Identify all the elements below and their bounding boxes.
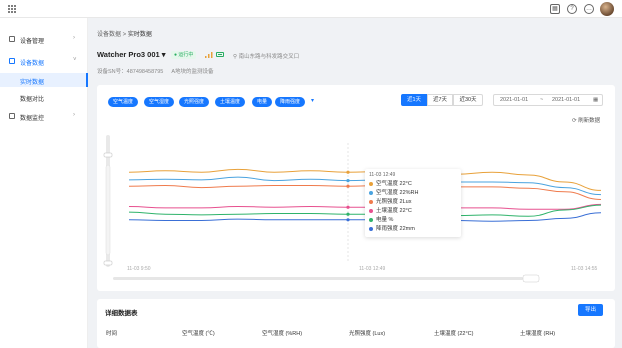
table-header-soil-humidity: 土壤湿度 (RH) [520,331,556,337]
tag-soil-temp[interactable]: 土壤温度 [215,97,246,107]
tooltip-value: 空气温度 22°C [376,181,412,187]
monitor-icon [9,113,15,119]
horizontal-zoom-track [113,277,523,280]
calendar-icon: ▦ [593,97,599,103]
chevron-down-icon: ˅ [73,57,77,63]
device-sn: 设备SN号：487498458795 A地块的监测设备 [97,67,214,75]
tooltip-value: 空气湿度 22%RH [376,190,419,196]
hover-point-2 [346,184,350,188]
table-header-air-temp: 空气温度 (℃) [182,331,215,337]
x-tick-label: 11-03 12:49 [359,266,386,272]
avatar[interactable] [600,2,614,16]
tooltip-row: 空气温度 22°C [369,180,457,189]
hover-point-0 [346,170,350,174]
tooltip-value: 降雨强度 22mm [376,226,415,232]
horizontal-zoom-handle[interactable] [522,274,540,283]
signal-icon [205,52,213,58]
sidebar-item-label: 设备管理 [20,39,45,45]
x-tick-label: 11-03 14:55 [571,266,598,272]
sidebar-item-realtime-data[interactable]: 实时数据 [0,73,88,87]
sidebar-item-device-management[interactable]: 设备管理 › [0,32,88,46]
legend-dot [369,208,373,213]
legend-dot [369,199,373,204]
chevron-right-icon: › [73,35,75,41]
device-selector[interactable]: Watcher Pro3 001 ▾ [97,50,166,59]
date-separator: ~ [540,97,544,103]
sn-text: 设备SN号：487498458795 [97,69,164,75]
line-chart: 11-03 9:50 11-03 12:49 11-03 14:55 [103,135,602,283]
chevron-right-icon: › [73,112,75,118]
location-text: 南山东路与科发路交叉口 [233,52,300,60]
data-table-card [97,299,615,348]
x-tick-label: 11-03 9:50 [127,266,151,272]
tooltip-row: 土壤温度 22°C [369,207,457,216]
device-note: A地块的监测设备 [171,69,214,75]
table-header-light: 光照强度 (Lux) [349,331,386,337]
hover-point-3 [346,205,350,209]
table-header-soil-temp: 土壤温度 (22°C) [434,331,474,337]
tooltip-row: 电量 % [369,216,457,225]
tooltip-value: 光照强度 2Lux [376,199,412,205]
breadcrumb-separator: > [121,32,128,38]
table-title: 详细数据表 [105,310,138,317]
tag-battery[interactable]: 电量 [252,97,273,107]
table-header-time: 时间 [106,331,118,337]
tooltip-value: 电量 % [376,217,394,223]
tag-air-temp[interactable]: 空气温度 [108,97,139,107]
sidebar-item-label: 数据对比 [20,97,45,103]
hover-point-4 [346,212,350,216]
tooltip-row: 降雨强度 22mm [369,225,457,234]
calendar-icon[interactable]: ▦ [550,4,560,14]
range-30day[interactable]: 近30天 [453,94,483,106]
tag-light[interactable]: 光照强度 [179,97,210,107]
legend-dot [369,226,373,231]
range-1day[interactable]: 近1天 [401,94,427,106]
range-7day[interactable]: 近7天 [427,94,453,106]
sidebar-item-label: 数据监控 [20,116,45,122]
tooltip-row: 空气湿度 22%RH [369,189,457,198]
breadcrumb: 设备数据 > 实时数据 [97,29,152,38]
tag-rainfall[interactable]: 降雨强度 [275,97,306,107]
date-start: 2021-01-01 [500,97,529,103]
refresh-button[interactable]: ⟳ 刷新数据 [572,116,600,124]
tag-dropdown-icon[interactable]: ▾ [311,97,314,104]
sidebar-item-label: 实时数据 [20,80,45,86]
tooltip-row: 光照强度 2Lux [369,198,457,207]
message-icon[interactable]: … [584,4,594,14]
breadcrumb-parent[interactable]: 设备数据 [97,32,121,38]
sidebar-item-device-data[interactable]: 设备数据 ˅ [0,54,88,68]
hover-point-1 [346,179,350,183]
tag-air-humidity[interactable]: 空气湿度 [144,97,175,107]
breadcrumb-current: 实时数据 [127,32,152,38]
date-range-picker[interactable]: 2021-01-01 ~ 2021-01-01 ▦ [493,94,603,106]
data-icon [9,58,15,64]
sidebar-item-label: 设备数据 [20,61,45,67]
vertical-zoom-handle[interactable] [103,260,113,266]
legend-dot [369,181,373,186]
top-bar: ▦ ? … [0,0,622,18]
hover-point-5 [346,218,350,222]
export-button[interactable]: 导出 [578,304,603,316]
chart-tooltip: 11-03 12:49 空气温度 22°C 空气湿度 22%RH 光照强度 2L… [365,169,461,237]
table-header-air-humidity: 空气湿度 (%RH) [262,331,303,337]
legend-dot [369,190,373,195]
device-icon [9,36,15,42]
sidebar-item-data-monitor[interactable]: 数据监控 › [0,109,88,123]
grid-menu-icon[interactable] [8,5,16,13]
sidebar: 设备管理 › 设备数据 ˅ 实时数据 数据对比 数据监控 › [0,18,88,348]
sidebar-item-data-compare[interactable]: 数据对比 [0,90,88,104]
vertical-zoom-handle[interactable] [103,152,113,158]
tooltip-time: 11-03 12:49 [369,172,396,178]
status-badge: ● 运行中 [171,51,197,59]
legend-dot [369,217,373,222]
date-end: 2021-01-01 [552,97,581,103]
tooltip-value: 土壤温度 22°C [376,208,412,214]
vertical-zoom-range [105,164,111,256]
help-icon[interactable]: ? [567,4,577,14]
battery-icon [216,52,224,57]
